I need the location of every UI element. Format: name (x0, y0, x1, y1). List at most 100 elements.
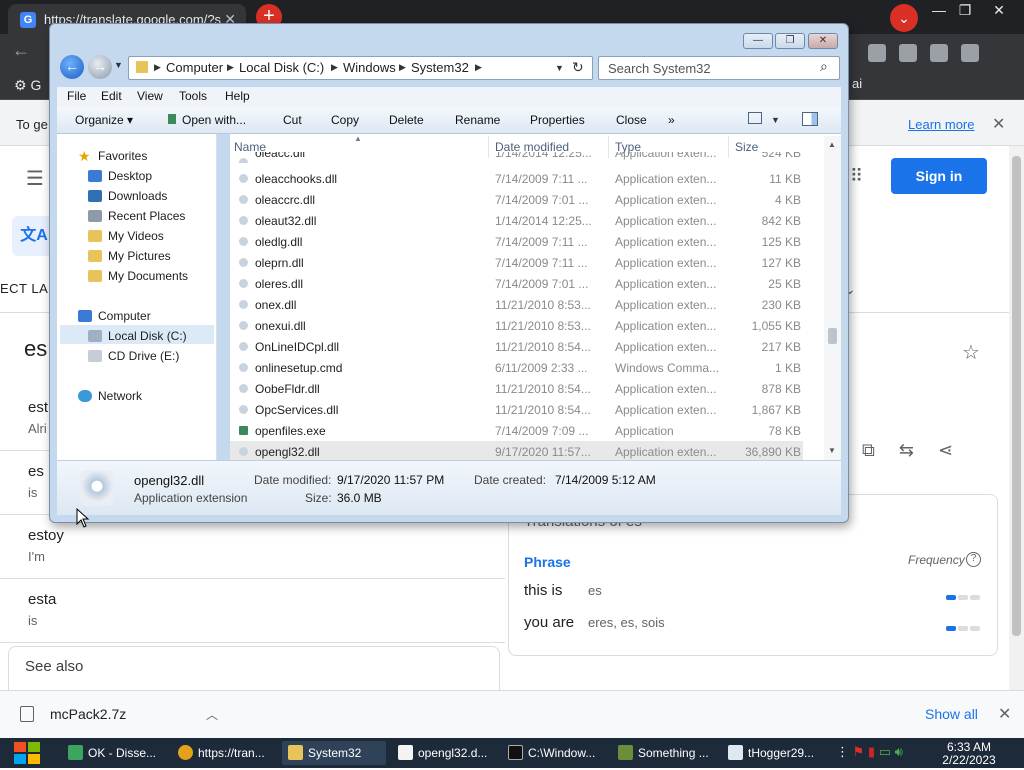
file-list-scrollbar[interactable]: ▲ ▼ (824, 136, 841, 460)
file-row[interactable]: OpcServices.dll 11/21/2010 8:54... Applica… (230, 399, 803, 420)
bookmark-item[interactable]: ⚙ G (14, 77, 41, 94)
file-row[interactable]: onlinesetup.cmd 6/11/2009 2:33 ... Windows… (230, 357, 803, 378)
sign-in-button[interactable]: Sign in (891, 158, 987, 194)
star-icon[interactable]: ☆ (962, 340, 980, 365)
source-text[interactable]: es (24, 336, 47, 362)
menu-tools[interactable]: Tools (179, 89, 207, 103)
rename-button[interactable]: Rename (455, 113, 500, 127)
nav-cd-drive[interactable]: CD Drive (E:) (108, 349, 179, 363)
nav-network[interactable]: Network (98, 389, 142, 403)
view-options-icon[interactable] (748, 112, 762, 124)
extension-icon[interactable] (868, 44, 886, 62)
taskbar-item[interactable]: System32 (282, 741, 386, 765)
chevron-up-icon[interactable]: ︿ (206, 706, 218, 723)
file-row[interactable]: oleaut32.dll 1/14/2014 12:25... Applicatio… (230, 210, 803, 231)
breadcrumb-item[interactable]: Local Disk (C:) (239, 60, 324, 75)
breadcrumb-item[interactable]: Windows (343, 60, 396, 75)
menu-edit[interactable]: Edit (101, 89, 122, 103)
file-row[interactable]: oleres.dll 7/14/2009 7:01 ... Application … (230, 273, 803, 294)
volume-icon[interactable]: 🔊︎ (895, 744, 903, 759)
overflow-icon[interactable]: ⋮ (836, 744, 853, 759)
menu-view[interactable]: View (137, 89, 163, 103)
close-icon[interactable]: ✕ (998, 704, 1011, 724)
feedback-icon[interactable]: ⇆ (899, 440, 914, 460)
breadcrumb-separator[interactable]: ▶ (331, 62, 338, 73)
nav-my-pictures[interactable]: My Pictures (108, 249, 171, 263)
nav-my-documents[interactable]: My Documents (108, 269, 188, 283)
learn-more-link[interactable]: Learn more (908, 117, 974, 132)
file-row[interactable]: oleacc.dll 1/14/2014 12:25... Application … (230, 152, 803, 163)
scrollbar-thumb[interactable] (828, 328, 837, 344)
nav-desktop[interactable]: Desktop (108, 169, 152, 183)
tab-search-button[interactable]: ⌄ (890, 4, 918, 32)
nav-local-disk[interactable]: Local Disk (C:) (108, 329, 187, 343)
cut-button[interactable]: Cut (283, 113, 302, 127)
forward-arrow-icon[interactable]: → (88, 55, 112, 79)
breadcrumb-separator[interactable]: ▶ (227, 62, 234, 73)
copy-icon[interactable]: ⧉ (862, 440, 875, 460)
flag-icon[interactable]: ⚑ (853, 744, 865, 759)
copy-button[interactable]: Copy (331, 113, 359, 127)
file-row[interactable]: oleprn.dll 7/14/2009 7:11 ... Application … (230, 252, 803, 273)
alternative-item[interactable]: esta is (0, 579, 505, 643)
close-command-button[interactable]: Close (616, 113, 647, 127)
breadcrumb-separator[interactable]: ▶ (475, 62, 482, 73)
breadcrumb-separator[interactable]: ▶ (399, 62, 406, 73)
clock-time[interactable]: 6:33 AM (944, 740, 994, 754)
scroll-up-icon[interactable]: ▲ (828, 140, 836, 149)
restore-icon[interactable]: ❐ (950, 2, 980, 19)
address-dropdown[interactable]: ▼ (555, 63, 564, 73)
file-row[interactable]: OobeFldr.dll 11/21/2010 8:54... Applicatio… (230, 378, 803, 399)
file-row[interactable]: openfiles.exe 7/14/2009 7:09 ... Applicati… (230, 420, 803, 441)
close-button[interactable]: ✕ (808, 33, 838, 49)
nav-recent-places[interactable]: Recent Places (108, 209, 185, 223)
show-all-link[interactable]: Show all (925, 706, 978, 722)
breadcrumb-separator[interactable]: ▶ (154, 62, 161, 73)
close-window-icon[interactable]: ✕ (984, 2, 1014, 19)
breadcrumb-item[interactable]: Computer (166, 60, 223, 75)
nav-computer[interactable]: Computer (98, 309, 151, 323)
taskbar-item[interactable]: https://tran... (172, 741, 272, 765)
scroll-down-icon[interactable]: ▼ (828, 446, 836, 455)
file-row[interactable]: OnLineIDCpl.dll 11/21/2010 8:54... Applica… (230, 336, 803, 357)
bookmark-text[interactable]: ai (852, 76, 862, 91)
page-scrollbar[interactable] (1009, 146, 1024, 690)
profile-icon[interactable] (961, 44, 979, 62)
delete-button[interactable]: Delete (389, 113, 424, 127)
taskbar-item[interactable]: opengl32.d... (392, 741, 496, 765)
file-row[interactable]: opengl32.dll 9/17/2020 11:57... Applicatio… (230, 441, 803, 462)
file-row[interactable]: onex.dll 11/21/2010 8:53... Application ex… (230, 294, 803, 315)
apps-grid-icon[interactable]: ⠿ (850, 166, 863, 187)
detect-language-tab[interactable]: ECT LA (0, 281, 48, 296)
taskbar-item[interactable]: C:\Window... (502, 741, 606, 765)
view-dropdown[interactable]: ▼ (771, 115, 780, 125)
clock-date[interactable]: 2/22/2023 (940, 753, 998, 767)
tray-icon[interactable]: ▮ (868, 744, 875, 759)
menu-icon[interactable]: ☰ (26, 166, 44, 191)
info-icon[interactable]: ? (966, 552, 981, 567)
organize-button[interactable]: Organize ▾ (75, 113, 133, 127)
nav-favorites[interactable]: Favorites (98, 149, 147, 163)
recent-pages-dropdown[interactable]: ▼ (114, 60, 123, 70)
share-icon[interactable]: ⋖ (938, 440, 953, 460)
preview-pane-icon[interactable] (802, 112, 818, 126)
file-row[interactable]: oledlg.dll 7/14/2009 7:11 ... Application … (230, 231, 803, 252)
file-row[interactable]: onexui.dll 11/21/2010 8:53... Application … (230, 315, 803, 336)
open-with-button[interactable]: Open with... (168, 113, 246, 127)
file-row[interactable]: oleaccrc.dll 7/14/2009 7:01 ... Applicatio… (230, 189, 803, 210)
more-commands-button[interactable]: » (668, 113, 675, 127)
taskbar-item[interactable]: tHogger29... (722, 741, 826, 765)
nav-my-videos[interactable]: My Videos (108, 229, 164, 243)
search-icon[interactable]: ⌕ (820, 58, 828, 75)
scrollbar-thumb[interactable] (1012, 156, 1021, 636)
minimize-button[interactable]: — (743, 33, 773, 49)
refresh-icon[interactable]: ↻ (572, 59, 584, 76)
browser-back-icon[interactable]: ← (12, 40, 30, 61)
side-panel-icon[interactable] (930, 44, 948, 62)
nav-downloads[interactable]: Downloads (108, 189, 167, 203)
back-arrow-icon[interactable]: ← (60, 55, 84, 79)
puzzle-icon[interactable] (899, 44, 917, 62)
start-button[interactable] (10, 739, 44, 767)
menu-file[interactable]: File (67, 89, 86, 103)
taskbar-item[interactable]: OK - Disse... (62, 741, 162, 765)
